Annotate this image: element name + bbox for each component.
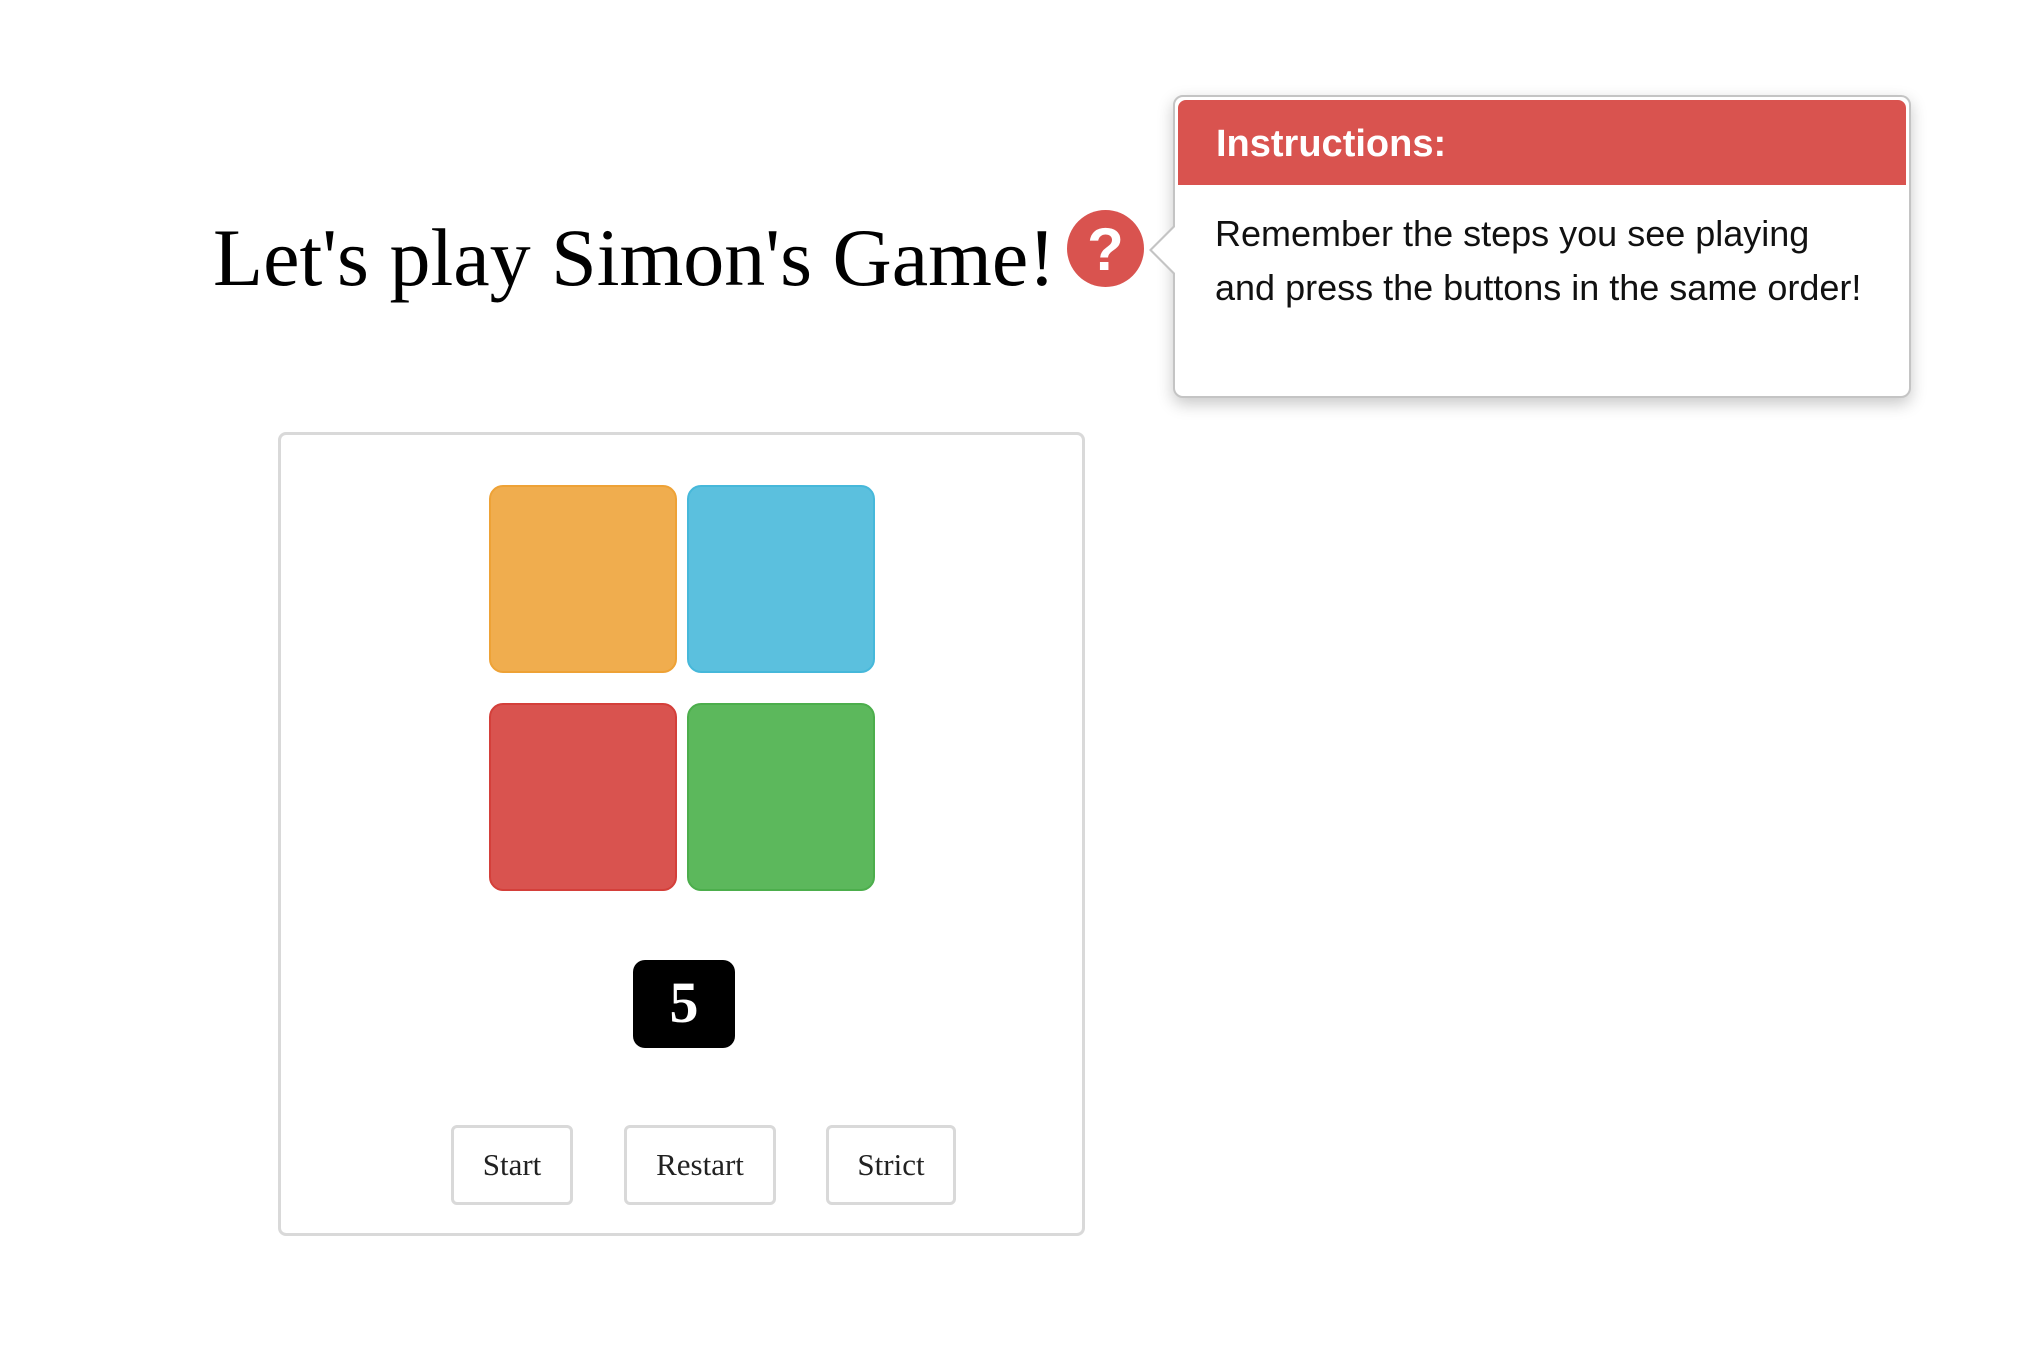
green-pad[interactable] [687, 703, 875, 891]
step-counter: 5 [633, 960, 735, 1048]
popover-content: Remember the steps you see playing and p… [1215, 213, 1862, 308]
strict-button[interactable]: Strict [826, 1125, 956, 1205]
blue-pad[interactable] [687, 485, 875, 673]
restart-button[interactable]: Restart [624, 1125, 776, 1205]
red-pad[interactable] [489, 703, 677, 891]
popover-arrow-inner [1152, 226, 1176, 274]
page-title: Let's play Simon's Game! [213, 212, 1056, 303]
start-button[interactable]: Start [451, 1125, 573, 1205]
popover-title: Instructions: [1178, 100, 1906, 185]
instructions-popover: Instructions: Remember the steps you see… [1149, 95, 1911, 398]
question-circle-icon[interactable]: ? [1067, 210, 1144, 287]
orange-pad[interactable] [489, 485, 677, 673]
game-panel: 5 Start Restart Strict [278, 432, 1085, 1236]
